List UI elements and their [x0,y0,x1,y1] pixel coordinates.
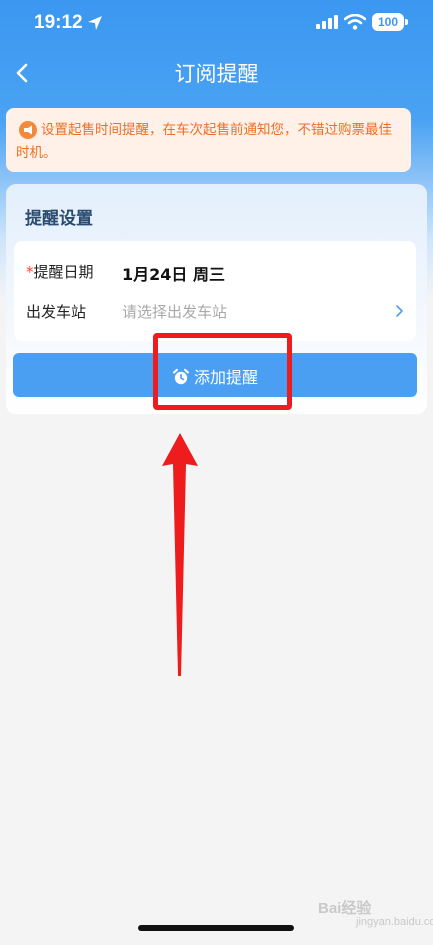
location-arrow-icon [88,16,102,30]
card-title: 提醒设置 [25,209,93,229]
reminder-date-value: 1月24日 周三 [122,265,225,284]
settings-form: *提醒日期 1月24日 周三 出发车站 请选择出发车站 [14,241,416,341]
annotation-highlight-box [153,333,292,410]
battery-indicator: 100 [372,13,404,31]
battery-tip [405,19,408,25]
status-bar: 19:12 100 [0,0,433,46]
departure-station-label: 出发车站 [26,303,87,321]
watermark-subtext: jingyan.baidu.com [356,916,433,928]
status-time: 19:12 [34,12,83,33]
departure-station-row[interactable]: 出发车站 请选择出发车站 [14,291,416,331]
home-indicator [138,925,294,931]
watermark-text: Bai经验 [318,900,372,917]
annotation-arrow-icon [162,433,198,676]
wifi-icon [344,14,366,30]
cellular-signal-icon [316,15,338,29]
reminder-date-label-text: 提醒日期 [33,263,94,281]
chevron-right-icon [396,305,403,317]
megaphone-icon [19,121,37,139]
watermark: Bai经验 jingyan.baidu.com [318,897,433,928]
reminder-date-label: *提醒日期 [26,261,94,282]
notice-text: 设置起售时间提醒，在车次起售前通知您，不错过购票最佳时机。 [16,122,392,161]
notice-banner: 设置起售时间提醒，在车次起售前通知您，不错过购票最佳时机。 [6,108,411,172]
navigation-bar: 订阅提醒 [0,50,433,96]
page-title: 订阅提醒 [174,62,259,86]
required-mark: * [26,263,34,281]
departure-station-placeholder: 请选择出发车站 [122,303,228,321]
reminder-date-row[interactable]: *提醒日期 1月24日 周三 [14,251,416,291]
